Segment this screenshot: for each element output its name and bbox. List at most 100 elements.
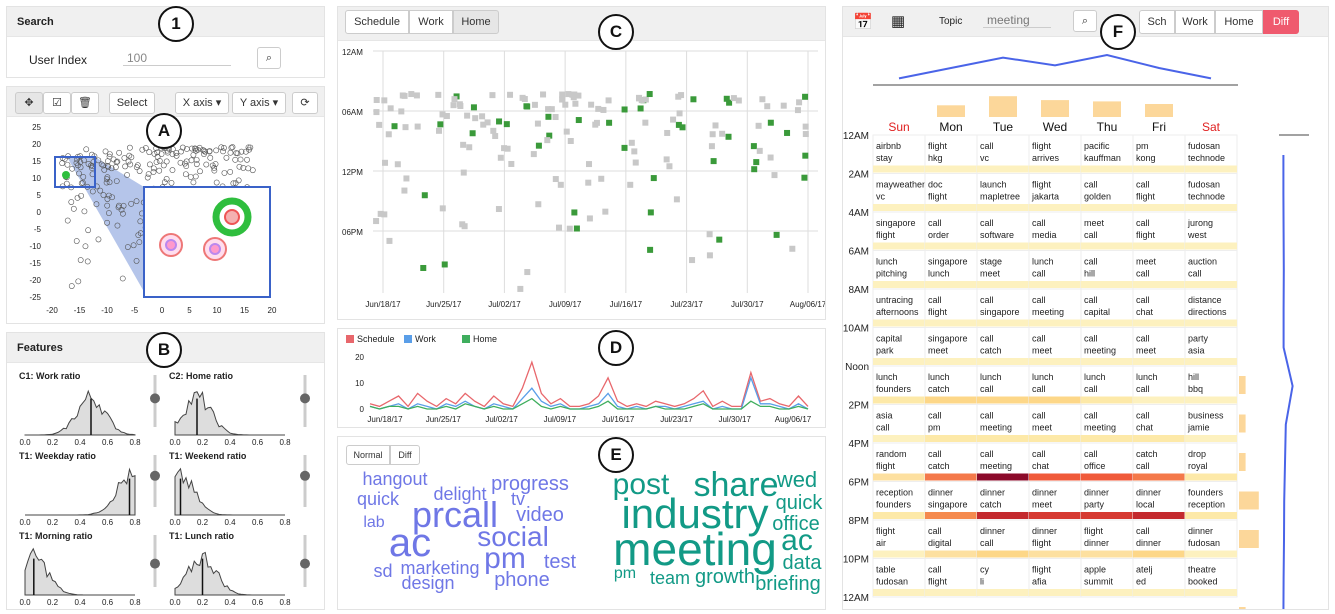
trend-chart[interactable]: Schedule Work Home 20 10 0Jun/18/17 Jun/25/17 J… xyxy=(338,329,826,428)
cell-word: atelj xyxy=(1136,565,1153,575)
cell-word: call xyxy=(1084,384,1098,394)
lasso-button[interactable]: ☑ xyxy=(43,92,71,114)
trash-icon: 🗑 xyxy=(78,97,92,109)
slider-handle[interactable] xyxy=(300,470,310,481)
glyph-core xyxy=(165,239,177,251)
event xyxy=(464,112,471,119)
cell-word: call xyxy=(1084,230,1098,240)
hour-label: 10AM xyxy=(843,324,869,335)
y-tick-label: -10 xyxy=(29,242,41,251)
cell-word: directions xyxy=(1188,307,1227,317)
cell-word: call xyxy=(980,218,994,228)
cell-word: bbq xyxy=(1188,384,1203,394)
home-event xyxy=(710,158,717,165)
cell-word: call xyxy=(1136,526,1150,536)
x-tick-label: Jun/18/17 xyxy=(367,415,403,424)
calendar-btn-work[interactable]: Work xyxy=(1175,10,1215,34)
cell-word: office xyxy=(1084,461,1105,471)
timeline-btn-work[interactable]: Work xyxy=(409,10,453,34)
cell-word: mapletree xyxy=(980,192,1020,202)
cell-word: dinner xyxy=(1136,538,1161,548)
user-point xyxy=(144,174,151,181)
calendar-btn-home[interactable]: Home xyxy=(1215,10,1263,34)
timeline-btn-schedule[interactable]: Schedule xyxy=(345,10,409,34)
slider-handle[interactable] xyxy=(300,558,310,569)
search-button[interactable]: ⌕ xyxy=(257,47,281,69)
cell-word: jakarta xyxy=(1031,192,1059,202)
topic-input[interactable]: meeting xyxy=(983,13,1051,28)
intensity-strip xyxy=(1081,473,1133,481)
intensity-strip xyxy=(1133,473,1185,481)
calendar-heatmap[interactable]: Sun Mon Tue Wed Thu Fri Sat 12AM 2AM 4AM 6AM 8AM 10A… xyxy=(843,37,1329,610)
pan-button[interactable]: ✥ xyxy=(15,92,43,114)
wordcloud-normal-button[interactable]: Normal xyxy=(346,445,390,465)
cell-word: jurong xyxy=(1187,218,1213,228)
select-button[interactable]: Select xyxy=(109,92,155,114)
event xyxy=(413,92,420,99)
event xyxy=(403,175,410,182)
cell-word: lunch xyxy=(1136,372,1158,382)
grid-view-icon[interactable]: ▦ xyxy=(891,12,905,30)
cell-word: hill xyxy=(1084,269,1095,279)
event xyxy=(439,111,446,118)
day-label: Thu xyxy=(1097,120,1118,134)
user-point xyxy=(232,156,239,163)
cell-word: fudosan xyxy=(1188,538,1220,548)
intensity-strip xyxy=(873,589,925,596)
calendar-btn-diff[interactable]: Diff xyxy=(1263,10,1299,34)
cell-word: meeting xyxy=(1032,307,1064,317)
cell-word: lunch xyxy=(876,372,898,382)
calendar-view-icon[interactable]: 📅 xyxy=(853,12,873,32)
home-event xyxy=(606,119,613,126)
event xyxy=(495,206,502,213)
x-axis-dropdown[interactable]: X axis ▾ xyxy=(175,92,229,114)
day-label: Wed xyxy=(1043,120,1067,134)
wordcloud-diff-button[interactable]: Diff xyxy=(390,445,420,465)
y-tick-label: 20 xyxy=(32,140,41,149)
event xyxy=(507,91,514,98)
delete-button[interactable]: 🗑 xyxy=(71,92,99,114)
cell-word: meeting xyxy=(980,423,1012,433)
cell-word: technode xyxy=(1188,153,1225,163)
event xyxy=(497,154,504,161)
topic-search-button[interactable]: ⌕ xyxy=(1073,10,1097,32)
x-tick-label: Jul/16/17 xyxy=(610,300,643,309)
x-tick-label: 20 xyxy=(268,306,277,315)
hour-label: 2AM xyxy=(848,170,869,181)
user-index-input[interactable]: 100 xyxy=(123,51,231,66)
intensity-strip xyxy=(873,165,925,173)
calendar-btn-sch[interactable]: Sch xyxy=(1139,10,1175,34)
timeline-chart[interactable]: 12AM 06AM 12PM 06PM Jun/18/17 Jun/25/17 Jul/02… xyxy=(338,41,826,320)
slider-handle[interactable] xyxy=(150,558,160,569)
event xyxy=(595,105,602,112)
hour-label: 8PM xyxy=(848,516,869,527)
cell-word: call xyxy=(980,411,994,421)
cell-word: golden xyxy=(1084,192,1111,202)
user-point xyxy=(187,174,194,180)
y-tick-label: -5 xyxy=(34,225,42,234)
intensity-strip xyxy=(873,281,925,288)
event xyxy=(376,121,383,128)
y-axis-dropdown[interactable]: Y axis ▾ xyxy=(232,92,286,114)
intensity-strip xyxy=(1081,589,1133,596)
cell-word: asia xyxy=(1188,346,1205,356)
cell-word: call xyxy=(1084,295,1098,305)
day-label: Tue xyxy=(993,120,1014,134)
user-point xyxy=(82,243,89,250)
timeline-btn-home[interactable]: Home xyxy=(453,10,499,34)
cell-word: singapore xyxy=(928,334,968,344)
event xyxy=(394,161,401,168)
x-tick-label: -15 xyxy=(74,306,86,315)
refresh-button[interactable]: ⟳ xyxy=(292,92,318,114)
slider-handle[interactable] xyxy=(150,470,160,481)
slider-handle[interactable] xyxy=(300,393,310,404)
home-event xyxy=(571,209,578,216)
slider-handle[interactable] xyxy=(150,393,160,404)
tick-label: 0.4 xyxy=(224,438,236,447)
day-bar xyxy=(1041,100,1069,117)
cell-word: call xyxy=(980,449,994,459)
home-event xyxy=(801,174,808,181)
cell-word: catch xyxy=(928,384,950,394)
cell-word: call xyxy=(1032,449,1046,459)
feature-label: C2: Home ratio xyxy=(169,371,234,381)
